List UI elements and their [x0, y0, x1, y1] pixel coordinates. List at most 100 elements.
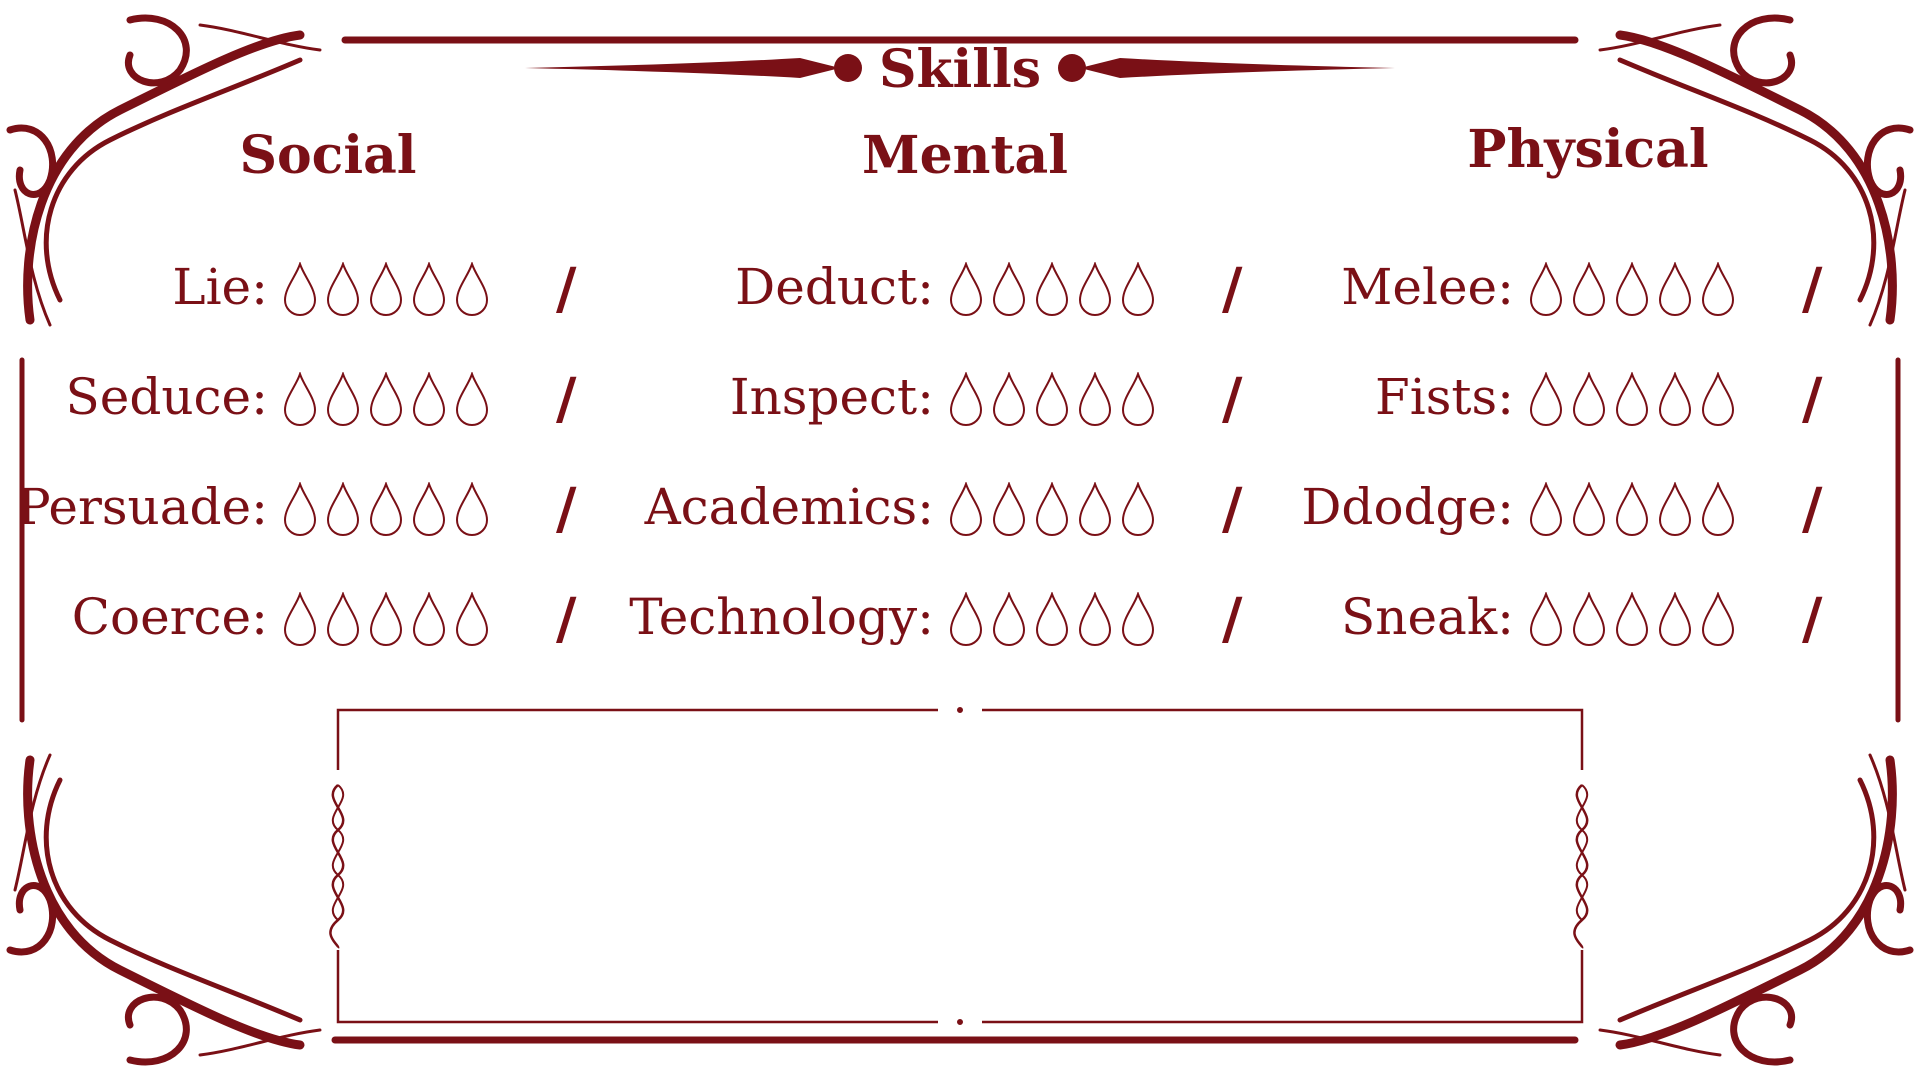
blood-drop-outline-icon[interactable] [1700, 262, 1736, 318]
blood-drop-outline-icon[interactable] [1528, 372, 1564, 428]
blood-drop-outline-icon[interactable] [282, 482, 318, 538]
blood-drop-outline-icon[interactable] [1657, 372, 1693, 428]
blood-drop-outline-icon[interactable] [325, 592, 361, 648]
blood-drop-outline-icon[interactable] [1528, 482, 1564, 538]
blood-drop-outline-icon[interactable] [1034, 482, 1070, 538]
blood-drop-outline-icon[interactable] [1700, 482, 1736, 538]
blood-drop-outline-icon[interactable] [991, 592, 1027, 648]
blood-drop-outline-icon[interactable] [1571, 482, 1607, 538]
slash-mark: / [1802, 476, 1823, 542]
blood-drop-outline-icon[interactable] [948, 482, 984, 538]
blood-drop-outline-icon[interactable] [991, 482, 1027, 538]
blood-drop-outline-icon[interactable] [368, 592, 404, 648]
column-heading-mental: Mental [862, 125, 1068, 186]
blood-drop-outline-icon[interactable] [1657, 592, 1693, 648]
blood-drop-outline-icon[interactable] [1077, 482, 1113, 538]
blood-drop-outline-icon[interactable] [411, 372, 447, 428]
skill-row: Deduct: [600, 252, 934, 322]
skill-row: Fists: [1200, 362, 1514, 432]
blood-drop-outline-icon[interactable] [1528, 592, 1564, 648]
blood-drop-outline-icon[interactable] [1700, 372, 1736, 428]
blood-drop-outline-icon[interactable] [282, 262, 318, 318]
blood-drop-outline-icon[interactable] [454, 482, 490, 538]
skill-label: Academics: [644, 478, 934, 536]
slash-mark: / [1802, 586, 1823, 652]
blood-drop-outline-icon[interactable] [1571, 592, 1607, 648]
blood-drop-outline-icon[interactable] [368, 482, 404, 538]
skill-row: Seduce: [0, 362, 269, 432]
blood-drop-outline-icon[interactable] [454, 262, 490, 318]
blood-drop-outline-icon[interactable] [1077, 262, 1113, 318]
blood-drop-outline-icon[interactable] [411, 262, 447, 318]
blood-drop-outline-icon[interactable] [454, 592, 490, 648]
blood-drop-outline-icon[interactable] [1034, 262, 1070, 318]
page-title: Skills [878, 39, 1042, 100]
blood-drop-outline-icon[interactable] [325, 372, 361, 428]
blood-drop-outline-icon[interactable] [325, 262, 361, 318]
skill-row: Technology: [600, 582, 934, 652]
blood-drop-outline-icon[interactable] [411, 482, 447, 538]
skill-row: Ddodge: [1200, 472, 1514, 542]
blood-drop-outline-icon[interactable] [1614, 482, 1650, 538]
skill-label: Sneak: [1341, 588, 1514, 646]
skill-row: Academics: [600, 472, 934, 542]
blood-drop-outline-icon[interactable] [325, 482, 361, 538]
scroll-flourish-icon [6, 753, 322, 1066]
skill-row: Lie: [0, 252, 268, 322]
blood-drop-outline-icon[interactable] [1120, 262, 1156, 318]
slash-mark: / [1802, 256, 1823, 322]
slash-mark: / [556, 586, 577, 652]
blood-drop-outline-icon[interactable] [1571, 262, 1607, 318]
skill-label: Deduct: [735, 258, 934, 316]
slash-mark: / [1802, 366, 1823, 432]
blood-drop-outline-icon[interactable] [948, 262, 984, 318]
blood-drop-outline-icon[interactable] [1120, 372, 1156, 428]
blood-drop-outline-icon[interactable] [368, 262, 404, 318]
skill-row: Persuade: [0, 472, 268, 542]
blood-drop-outline-icon[interactable] [282, 592, 318, 648]
skill-row: Sneak: [1200, 582, 1514, 652]
skill-label: Lie: [172, 258, 268, 316]
blood-drop-outline-icon[interactable] [1034, 592, 1070, 648]
skill-row: Inspect: [600, 362, 934, 432]
blood-drop-outline-icon[interactable] [1657, 482, 1693, 538]
blood-drop-outline-icon[interactable] [1034, 372, 1070, 428]
blood-drop-outline-icon[interactable] [1614, 592, 1650, 648]
slash-mark: / [556, 366, 577, 432]
skill-label: Technology: [629, 588, 934, 646]
scroll-flourish-icon [1598, 753, 1914, 1066]
blood-drop-outline-icon[interactable] [991, 262, 1027, 318]
blood-drop-outline-icon[interactable] [454, 372, 490, 428]
blood-drop-outline-icon[interactable] [991, 372, 1027, 428]
blood-drop-outline-icon[interactable] [1120, 482, 1156, 538]
skills-sheet: Skills Social Mental Physical Lie: / Sed… [0, 0, 1920, 1080]
blood-drop-outline-icon[interactable] [411, 592, 447, 648]
blood-drop-outline-icon[interactable] [282, 372, 318, 428]
skill-label: Coerce: [71, 588, 268, 646]
blood-drop-outline-icon[interactable] [1657, 262, 1693, 318]
blood-drop-outline-icon[interactable] [1571, 372, 1607, 428]
blood-drop-outline-icon[interactable] [1614, 372, 1650, 428]
blood-drop-outline-icon[interactable] [1700, 592, 1736, 648]
skill-label: Seduce: [65, 368, 269, 426]
skill-label: Melee: [1341, 258, 1514, 316]
blood-drop-outline-icon[interactable] [1077, 372, 1113, 428]
column-heading-social: Social [239, 125, 417, 186]
notes-area[interactable] [335, 710, 1585, 1025]
blood-drop-outline-icon[interactable] [948, 592, 984, 648]
skill-label: Fists: [1375, 368, 1514, 426]
skill-row: Coerce: [0, 582, 268, 652]
blood-drop-outline-icon[interactable] [368, 372, 404, 428]
skill-label: Ddodge: [1301, 478, 1514, 536]
skill-label: Persuade: [16, 478, 268, 536]
blood-drop-outline-icon[interactable] [1528, 262, 1564, 318]
blood-drop-outline-icon[interactable] [1614, 262, 1650, 318]
slash-mark: / [556, 256, 577, 322]
skill-label: Inspect: [729, 368, 934, 426]
skill-row: Melee: [1200, 252, 1514, 322]
column-heading-physical: Physical [1467, 119, 1709, 180]
slash-mark: / [556, 476, 577, 542]
blood-drop-outline-icon[interactable] [1077, 592, 1113, 648]
blood-drop-outline-icon[interactable] [948, 372, 984, 428]
blood-drop-outline-icon[interactable] [1120, 592, 1156, 648]
